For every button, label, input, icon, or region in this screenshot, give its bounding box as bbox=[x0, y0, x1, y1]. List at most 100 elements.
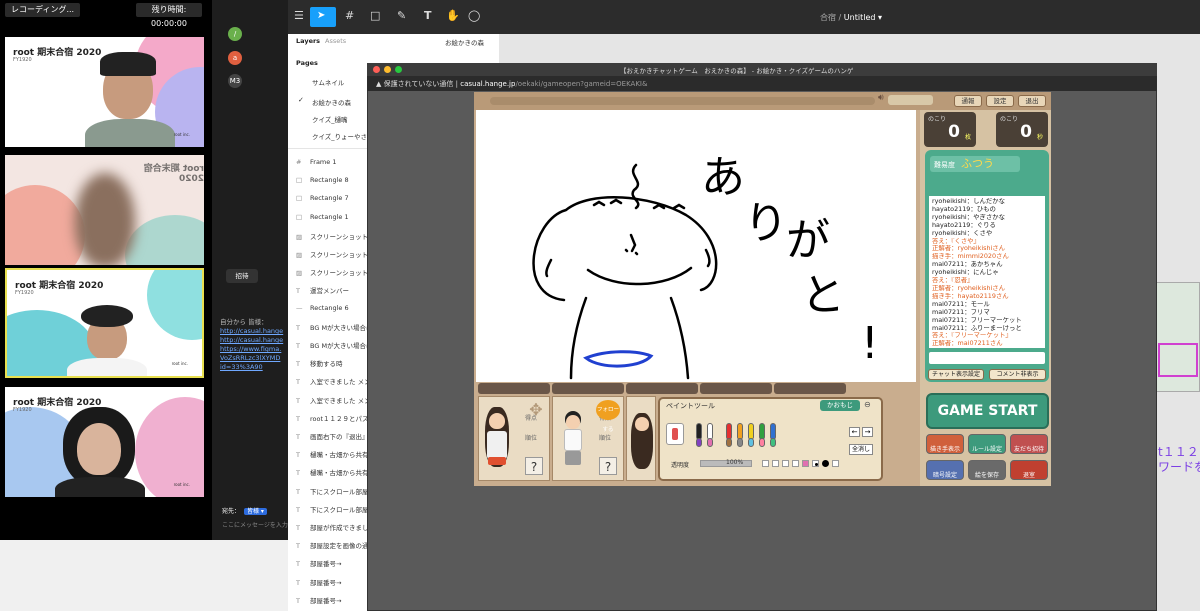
layer-item[interactable]: T 部屋が作成できました bbox=[296, 522, 368, 532]
maximize-window-button[interactable] bbox=[395, 66, 402, 73]
chat-message-input[interactable]: ここにメッセージを入力 bbox=[222, 520, 288, 529]
layer-item[interactable]: — Rectangle 6 bbox=[296, 304, 368, 312]
layer-item[interactable]: T 樋嘴・古畑から共有 bbox=[296, 449, 368, 459]
game-action-button[interactable]: 描き手表示 bbox=[926, 434, 964, 454]
brush-size-selector[interactable] bbox=[762, 460, 839, 467]
drawing-canvas[interactable]: あ り が と ! bbox=[476, 110, 916, 382]
layer-item[interactable]: □ Rectangle 1 bbox=[296, 213, 368, 221]
minimize-window-button[interactable] bbox=[384, 66, 391, 73]
layer-item[interactable]: □ Rectangle 8 bbox=[296, 176, 368, 184]
layer-item[interactable]: T 部屋番号→ bbox=[296, 558, 368, 568]
pen-color[interactable] bbox=[696, 438, 702, 447]
frame-tool-icon[interactable]: # bbox=[345, 9, 354, 22]
tab-assets[interactable]: Assets bbox=[325, 37, 346, 45]
video-tile-2[interactable]: root 期末合宿 2020 bbox=[5, 155, 204, 265]
report-button[interactable]: 通報 bbox=[954, 95, 982, 107]
layer-item[interactable]: T 下にスクロール部屋 bbox=[296, 504, 368, 514]
pen-color[interactable] bbox=[707, 438, 713, 447]
shape-tool-icon[interactable]: □ bbox=[370, 9, 380, 22]
eraser-tool[interactable] bbox=[666, 423, 684, 445]
page-item[interactable]: クイズ_りょーやさん bbox=[312, 131, 370, 141]
video-tile-1[interactable]: root 期末合宿 2020 FY1920 root inc. bbox=[5, 37, 204, 147]
redo-icon[interactable]: → bbox=[862, 427, 873, 437]
move-tool[interactable]: ➤ bbox=[310, 7, 336, 27]
settings-button[interactable]: 設定 bbox=[986, 95, 1014, 107]
invite-button[interactable]: 招待 bbox=[226, 269, 258, 283]
chat-link[interactable]: VoZsRRLzc3lXYMD bbox=[220, 354, 288, 363]
hand-tool-icon[interactable]: ✋ bbox=[446, 9, 460, 22]
layer-item[interactable]: T 移動する時 bbox=[296, 358, 368, 368]
pen-color[interactable] bbox=[726, 438, 732, 447]
url-display[interactable]: ▲ 保護されていない通信 | casual.hange.jp/oekaki/ga… bbox=[376, 79, 647, 89]
chat-link[interactable]: https://www.figma. bbox=[220, 345, 288, 354]
layer-item[interactable]: T 樋嘴・古畑から共有 bbox=[296, 467, 368, 477]
pen-color[interactable] bbox=[759, 438, 765, 447]
layer-item[interactable]: T 入室できました メン bbox=[296, 395, 368, 405]
layer-item[interactable]: Troot１１２９とパス bbox=[296, 413, 368, 423]
video-tile-3-active[interactable]: root 期末合宿 2020 FY1920 root inc. bbox=[5, 268, 204, 378]
game-chat-log[interactable]: ryoheikishi：しんだかな hayato2119：ひもの ryoheikis… bbox=[929, 196, 1045, 348]
clear-all-button[interactable]: 全消し bbox=[849, 444, 873, 455]
layer-item[interactable]: T BG Mが大きい場合は bbox=[296, 322, 368, 332]
avatar[interactable]: / bbox=[228, 27, 242, 41]
tab-layers[interactable]: Layers bbox=[296, 37, 320, 45]
close-window-button[interactable] bbox=[373, 66, 380, 73]
comment-hide-button[interactable]: コメント非表示 bbox=[989, 369, 1046, 380]
brush-size-option[interactable] bbox=[772, 460, 779, 467]
close-paint-icon[interactable]: ⊖ bbox=[864, 400, 871, 409]
file-title[interactable]: 合宿 / Untitled ▾ bbox=[820, 12, 882, 23]
chat-link[interactable]: http://casual.hange bbox=[220, 336, 288, 345]
layer-item[interactable]: T BG Mが大きい場合は bbox=[296, 340, 368, 350]
avatar[interactable]: M3 bbox=[228, 74, 242, 88]
brush-size-option[interactable] bbox=[812, 460, 819, 467]
game-action-button[interactable]: ルール設定 bbox=[968, 434, 1006, 454]
player-card[interactable] bbox=[626, 396, 656, 481]
layer-item[interactable]: T 入室できました メン bbox=[296, 376, 368, 386]
brush-size-option[interactable] bbox=[822, 460, 829, 467]
layer-item[interactable]: ▨ スクリーンショット bbox=[296, 249, 368, 259]
layer-item[interactable]: ▨ スクリーンショット bbox=[296, 267, 368, 277]
undo-icon[interactable]: ← bbox=[849, 427, 860, 437]
game-action-button[interactable]: 暗号設定 bbox=[926, 460, 964, 480]
layer-item[interactable]: T 運営メンバー bbox=[296, 285, 368, 295]
layer-item[interactable]: T 下にスクロール部屋 bbox=[296, 486, 368, 496]
follow-button[interactable]: フォローする bbox=[596, 400, 620, 433]
layer-item[interactable]: # Frame 1 bbox=[296, 158, 368, 166]
chat-link[interactable]: id=33%3A90 bbox=[220, 363, 288, 372]
game-start-button[interactable]: GAME START bbox=[926, 393, 1049, 429]
pen-color[interactable] bbox=[748, 438, 754, 447]
brush-size-option[interactable] bbox=[762, 460, 769, 467]
brush-size-option[interactable] bbox=[802, 460, 809, 467]
brush-size-option[interactable] bbox=[832, 460, 839, 467]
current-page-selector[interactable]: お絵かきの森 bbox=[445, 37, 484, 47]
game-action-button[interactable]: 絵を保存 bbox=[968, 460, 1006, 480]
recording-indicator[interactable]: レコーディング... bbox=[5, 3, 80, 17]
canvas-screenshot-thumb[interactable] bbox=[1155, 282, 1200, 392]
video-tile-4[interactable]: root 期末合宿 2020 FY1920 root inc. bbox=[5, 387, 204, 497]
avatar[interactable]: a bbox=[228, 51, 242, 65]
layer-item[interactable]: T 画面右下の『退出』 bbox=[296, 431, 368, 441]
page-item[interactable]: クイズ_樋嘴 bbox=[312, 114, 370, 124]
layer-item[interactable]: ▨ スクリーンショット bbox=[296, 231, 368, 241]
layer-item[interactable]: □ Rectangle 7 bbox=[296, 194, 368, 202]
game-action-button[interactable]: 退室 bbox=[1010, 460, 1048, 480]
exit-button[interactable]: 退出 bbox=[1018, 95, 1046, 107]
brush-size-option[interactable] bbox=[782, 460, 789, 467]
layer-item[interactable]: T 部屋設定を画像の通 bbox=[296, 540, 368, 550]
volume-slider[interactable]: 🔊︎ bbox=[878, 93, 933, 105]
comment-tool-icon[interactable]: ◯ bbox=[468, 9, 480, 22]
layer-item[interactable]: T 部屋番号→ bbox=[296, 577, 368, 587]
kaomoji-button[interactable]: かおもじ bbox=[820, 400, 860, 411]
page-item[interactable]: サムネイル bbox=[312, 77, 370, 87]
chat-link[interactable]: http://casual.hange bbox=[220, 327, 288, 336]
pen-color[interactable] bbox=[770, 438, 776, 447]
layer-item[interactable]: T 部屋番号→ bbox=[296, 595, 368, 605]
chat-display-settings-button[interactable]: チャット表示設定 bbox=[928, 369, 984, 380]
game-chat-input[interactable] bbox=[929, 352, 1045, 364]
text-tool-icon[interactable]: T bbox=[424, 9, 432, 22]
pen-color[interactable] bbox=[737, 438, 743, 447]
game-action-button[interactable]: 友だち招待 bbox=[1010, 434, 1048, 454]
recipient-dropdown[interactable]: 皆様 ▾ bbox=[244, 508, 267, 515]
menu-icon[interactable]: ☰ bbox=[294, 9, 304, 22]
pen-tool-icon[interactable]: ✎ bbox=[397, 9, 406, 22]
